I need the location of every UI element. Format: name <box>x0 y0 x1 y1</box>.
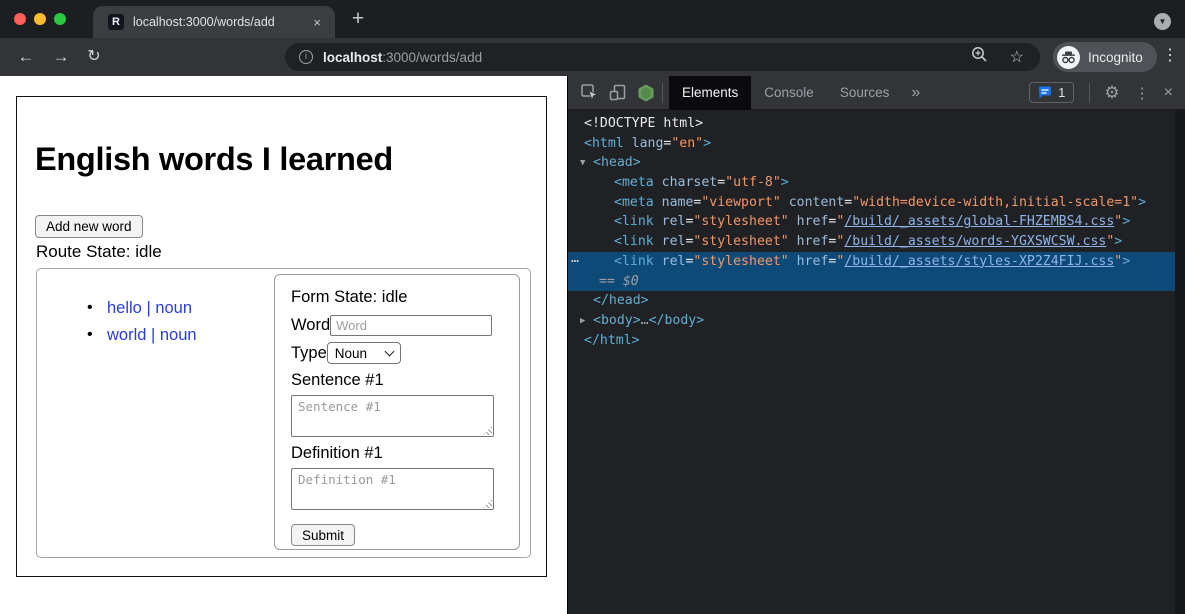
tab-console[interactable]: Console <box>751 76 827 110</box>
route-state-text: Route State: idle <box>36 242 162 262</box>
dom-tree-node[interactable]: ▶<body>…</body> <box>568 311 1175 331</box>
definition-label: Definition #1 <box>291 444 503 463</box>
devtools-panel: Elements Console Sources » 1 ⚙ ⋮ × <!DOC… <box>567 76 1185 614</box>
sentence-label: Sentence #1 <box>291 371 503 390</box>
remix-favicon-icon: R <box>108 14 124 30</box>
page-title: English words I learned <box>35 141 393 178</box>
url-bar[interactable]: i localhost:3000/words/add ☆ <box>285 43 1040 71</box>
add-new-word-button[interactable]: Add new word <box>35 215 143 238</box>
url-host: localhost <box>323 50 382 65</box>
add-word-form: Form State: idle Word Type Noun <box>274 274 520 550</box>
devtools-scrollbar[interactable] <box>1175 110 1185 614</box>
dom-tree-node[interactable]: <html lang="en"> <box>568 134 1175 154</box>
new-tab-button[interactable]: + <box>345 6 371 32</box>
gear-icon[interactable]: ⚙ <box>1104 83 1119 103</box>
form-state-text: Form State: idle <box>291 288 503 307</box>
device-toolbar-icon[interactable] <box>608 83 627 102</box>
url-text[interactable]: localhost:3000/words/add <box>323 50 482 65</box>
expand-arrow-open-icon[interactable]: ▼ <box>580 154 585 174</box>
word-list: hello | noun world | noun <box>87 299 197 353</box>
definition-textarea[interactable] <box>291 468 494 510</box>
word-link-hello[interactable]: hello | noun <box>107 299 192 317</box>
minimize-window-button[interactable] <box>34 13 46 25</box>
devtools-close-icon[interactable]: × <box>1164 84 1173 102</box>
maximize-window-button[interactable] <box>54 13 66 25</box>
issues-icon <box>1038 86 1052 99</box>
devtools-menu-icon[interactable]: ⋮ <box>1135 84 1150 102</box>
tab-strip: R localhost:3000/words/add × + ▼ <box>0 0 1185 38</box>
tab-close-icon[interactable]: × <box>311 15 323 30</box>
extension-hexagon-icon[interactable] <box>636 83 656 103</box>
word-link-world[interactable]: world | noun <box>107 326 197 344</box>
browser-tab[interactable]: R localhost:3000/words/add × <box>93 6 335 38</box>
incognito-label: Incognito <box>1088 50 1143 65</box>
close-window-button[interactable] <box>14 13 26 25</box>
devtools-toolbar: Elements Console Sources » 1 ⚙ ⋮ × <box>568 76 1185 110</box>
tab-title: localhost:3000/words/add <box>133 15 311 29</box>
dom-tree-node[interactable]: == $0 <box>568 272 1175 292</box>
content-area: English words I learned Add new word Rou… <box>0 76 1185 614</box>
tab-sources[interactable]: Sources <box>827 76 903 110</box>
type-select-value: Noun <box>335 346 367 361</box>
list-item: world | noun <box>87 326 197 345</box>
dom-tree-node[interactable]: …<link rel="stylesheet" href="/build/_as… <box>568 252 1175 272</box>
dom-tree-node[interactable]: <link rel="stylesheet" href="/build/_ass… <box>568 212 1175 232</box>
page-info-icon[interactable]: i <box>299 50 313 64</box>
inspect-element-icon[interactable] <box>580 83 599 102</box>
more-tabs-icon[interactable]: » <box>902 84 929 102</box>
web-page: English words I learned Add new word Rou… <box>0 76 567 614</box>
type-select[interactable]: Noun <box>327 342 401 364</box>
dom-tree: <!DOCTYPE html><html lang="en">▼<head><m… <box>568 110 1175 614</box>
type-label: Type <box>291 344 327 363</box>
expand-arrow-closed-icon[interactable]: ▶ <box>580 312 585 332</box>
reload-button[interactable]: ↻ <box>82 45 106 69</box>
words-panel: hello | noun world | noun Form State: id… <box>36 268 531 558</box>
incognito-badge: Incognito <box>1053 42 1157 72</box>
traffic-lights <box>14 13 66 25</box>
bookmark-star-icon[interactable]: ☆ <box>1010 47 1024 67</box>
page-container: English words I learned Add new word Rou… <box>16 96 547 577</box>
browser-menu-icon[interactable]: ⋮ <box>1160 45 1180 65</box>
dom-tree-node[interactable]: <meta charset="utf-8"> <box>568 173 1175 193</box>
zoom-icon[interactable] <box>971 46 988 68</box>
chevron-down-icon <box>384 346 394 356</box>
incognito-icon <box>1057 46 1080 69</box>
forward-button[interactable]: → <box>49 45 73 69</box>
dom-tree-node[interactable]: ▼<head> <box>568 153 1175 173</box>
tab-elements[interactable]: Elements <box>669 76 751 110</box>
back-button[interactable]: ← <box>14 45 38 69</box>
issues-badge[interactable]: 1 <box>1029 82 1074 103</box>
word-label: Word <box>291 316 330 335</box>
dom-tree-node[interactable]: </head> <box>568 291 1175 311</box>
dom-tree-node[interactable]: <meta name="viewport" content="width=dev… <box>568 193 1175 213</box>
submit-button[interactable]: Submit <box>291 524 355 546</box>
node-more-actions-icon[interactable]: … <box>571 249 579 269</box>
dom-tree-node[interactable]: <link rel="stylesheet" href="/build/_ass… <box>568 232 1175 252</box>
url-path: :3000/words/add <box>382 50 482 65</box>
word-input[interactable] <box>330 315 492 336</box>
issues-count: 1 <box>1058 85 1065 100</box>
list-item: hello | noun <box>87 299 197 318</box>
sentence-textarea[interactable] <box>291 395 494 437</box>
dom-tree-node[interactable]: <!DOCTYPE html> <box>568 114 1175 134</box>
dom-tree-node[interactable]: </html> <box>568 331 1175 351</box>
window-chevron-icon[interactable]: ▼ <box>1154 13 1171 30</box>
